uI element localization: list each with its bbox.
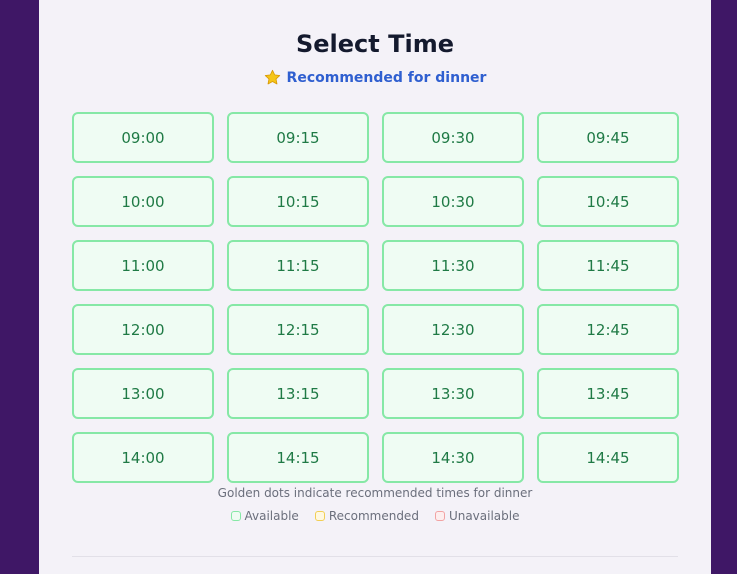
time-slot-1030[interactable]: 10:30 xyxy=(382,176,524,227)
recommendation-text: Recommended for dinner xyxy=(286,69,487,86)
page-title: Select Time xyxy=(295,30,454,58)
legend: Available Recommended Unavailable xyxy=(39,509,711,523)
legend-available: Available xyxy=(230,509,299,523)
time-slot-1130[interactable]: 11:30 xyxy=(382,240,524,291)
time-slot-grid: 09:00 09:15 09:30 09:45 10:00 10:15 10:3… xyxy=(72,112,679,483)
legend-recommended: Recommended xyxy=(314,509,419,523)
unavailable-swatch xyxy=(434,511,445,521)
time-slot-1230[interactable]: 12:30 xyxy=(382,304,524,355)
time-slot-1400[interactable]: 14:00 xyxy=(72,432,214,483)
star-icon xyxy=(264,69,281,86)
time-slot-1245[interactable]: 12:45 xyxy=(537,304,679,355)
recommendation-hint: Golden dots indicate recommended times f… xyxy=(217,486,533,500)
time-slot-0945[interactable]: 09:45 xyxy=(537,112,679,163)
divider xyxy=(72,556,678,557)
legend-unavailable-label: Unavailable xyxy=(448,509,520,523)
recommendation-note: Recommended for dinner xyxy=(39,69,711,86)
recommended-swatch xyxy=(314,511,325,521)
time-slot-0930[interactable]: 09:30 xyxy=(382,112,524,163)
time-slot-1215[interactable]: 12:15 xyxy=(227,304,369,355)
time-slot-1000[interactable]: 10:00 xyxy=(72,176,214,227)
time-picker-card: Select Time Recommended for dinner 09:00… xyxy=(39,0,711,574)
time-slot-0900[interactable]: 09:00 xyxy=(72,112,214,163)
legend-recommended-label: Recommended xyxy=(328,509,419,523)
time-slot-1430[interactable]: 14:30 xyxy=(382,432,524,483)
time-slot-1200[interactable]: 12:00 xyxy=(72,304,214,355)
time-slot-1015[interactable]: 10:15 xyxy=(227,176,369,227)
time-slot-1145[interactable]: 11:45 xyxy=(537,240,679,291)
time-slot-1100[interactable]: 11:00 xyxy=(72,240,214,291)
time-slot-1045[interactable]: 10:45 xyxy=(537,176,679,227)
time-slot-1300[interactable]: 13:00 xyxy=(72,368,214,419)
time-slot-1115[interactable]: 11:15 xyxy=(227,240,369,291)
legend-available-label: Available xyxy=(244,509,299,523)
available-swatch xyxy=(230,511,241,521)
time-slot-1415[interactable]: 14:15 xyxy=(227,432,369,483)
legend-unavailable: Unavailable xyxy=(434,509,520,523)
time-slot-1330[interactable]: 13:30 xyxy=(382,368,524,419)
time-slot-1315[interactable]: 13:15 xyxy=(227,368,369,419)
time-slot-0915[interactable]: 09:15 xyxy=(227,112,369,163)
time-slot-1345[interactable]: 13:45 xyxy=(537,368,679,419)
time-slot-1445[interactable]: 14:45 xyxy=(537,432,679,483)
